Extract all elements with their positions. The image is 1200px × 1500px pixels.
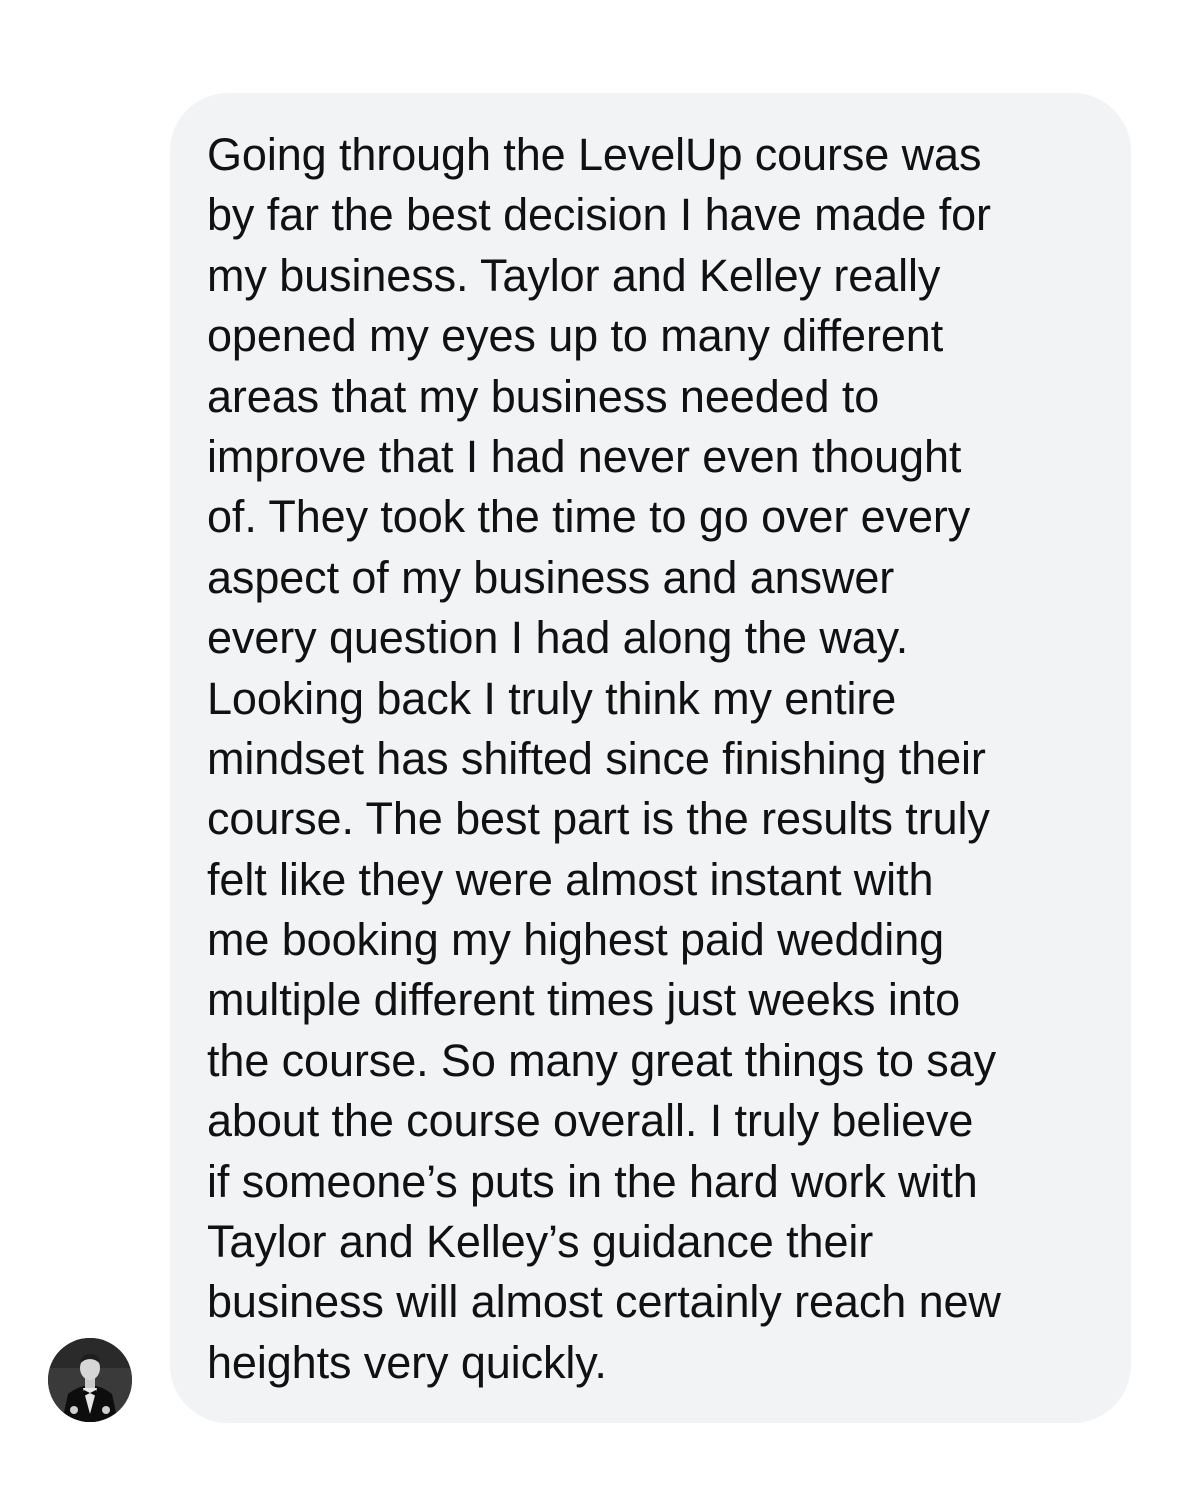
message-line: my business. Taylor and Kelley really	[207, 249, 941, 301]
message-line: of. They took the time to go over every	[207, 491, 971, 543]
message-line: areas that my business needed to	[207, 370, 880, 422]
sender-avatar[interactable]	[48, 1338, 132, 1422]
message-text: Going through the LevelUp course was by …	[207, 125, 1001, 1393]
message-line: felt like they were almost instant with	[207, 853, 934, 905]
message-line: opened my eyes up to many different	[207, 310, 944, 362]
message-line: mindset has shifted since finishing thei…	[207, 732, 986, 784]
message-line: multiple different times just weeks into	[207, 974, 961, 1026]
message-line: me booking my highest paid wedding	[207, 914, 945, 966]
message-line: by far the best decision I have made for	[207, 189, 991, 241]
message-line: heights very quickly.	[207, 1336, 607, 1388]
message-line: Taylor and Kelley’s guidance their	[207, 1216, 874, 1268]
message-line: Going through the LevelUp course was	[207, 129, 982, 180]
message-line: aspect of my business and answer	[207, 551, 895, 603]
message-line: improve that I had never even thought	[207, 430, 962, 482]
message-line: Looking back I truly think my entire	[207, 672, 897, 724]
message-line: course. The best part is the results tru…	[207, 793, 990, 845]
message-line: every question I had along the way.	[207, 612, 909, 664]
profile-photo-icon	[48, 1338, 132, 1422]
message-line: about the course overall. I truly believ…	[207, 1095, 974, 1147]
message-line: if someone’s puts in the hard work with	[207, 1155, 978, 1207]
message-line: the course. So many great things to say	[207, 1034, 997, 1086]
message-line: business will almost certainly reach new	[207, 1276, 1001, 1328]
